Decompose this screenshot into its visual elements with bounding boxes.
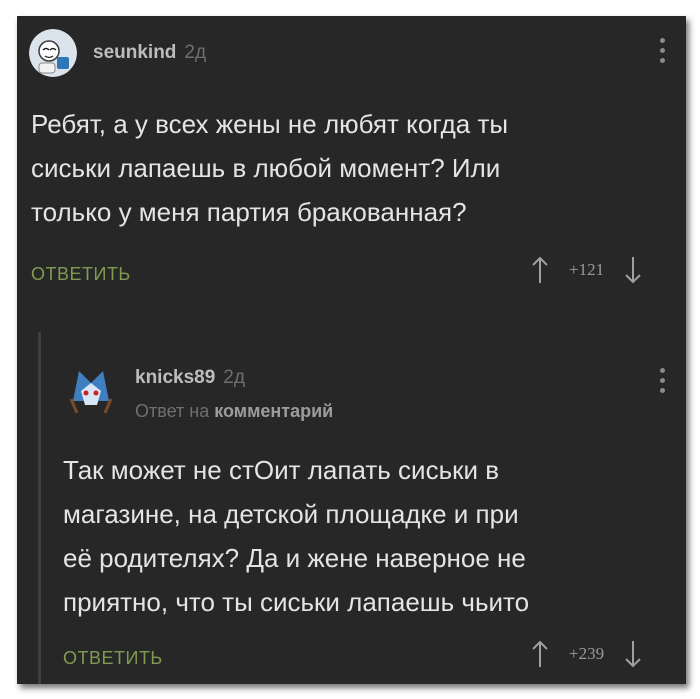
reply-to-link[interactable]: комментарий [214, 401, 333, 421]
reply-score: +239 [569, 644, 605, 663]
comment-text: Ребят, а у всех жены не любят когда ты с… [31, 109, 509, 227]
reply-timestamp: 2д [223, 367, 245, 388]
reply-avatar[interactable] [63, 361, 119, 417]
reply-reply-button[interactable]: ОТВЕТИТЬ [63, 648, 163, 669]
reply-more-options-icon[interactable] [660, 368, 666, 398]
reply-downvote-arrow-icon[interactable] [624, 640, 642, 668]
reply-header: knicks89 2д Ответ на комментарий [63, 361, 333, 422]
comment-timestamp: 2д [184, 42, 207, 63]
reply-text: Так может не стОит лапать сиськи в магаз… [63, 455, 530, 617]
avatar[interactable] [29, 29, 77, 77]
comments-panel: seunkind 2д Ребят, а у всех жены не любя… [17, 16, 686, 684]
comment-score: +121 [569, 260, 605, 279]
reply-username[interactable]: knicks89 [135, 367, 215, 389]
upvote-arrow-icon[interactable] [531, 256, 549, 284]
reply-vote-controls: +239 [531, 640, 642, 668]
thread-line [38, 332, 41, 684]
comment-username[interactable]: seunkind [93, 42, 176, 64]
reply-button[interactable]: ОТВЕТИТЬ [31, 264, 131, 285]
more-options-icon[interactable] [660, 38, 666, 68]
reply-to-prefix: Ответ на [135, 401, 210, 421]
reply-upvote-arrow-icon[interactable] [531, 640, 549, 668]
comment-vote-controls: +121 [531, 256, 642, 284]
reply-to-label: Ответ на комментарий [135, 401, 333, 422]
comment-header: seunkind 2д [29, 28, 206, 78]
downvote-arrow-icon[interactable] [624, 256, 642, 284]
